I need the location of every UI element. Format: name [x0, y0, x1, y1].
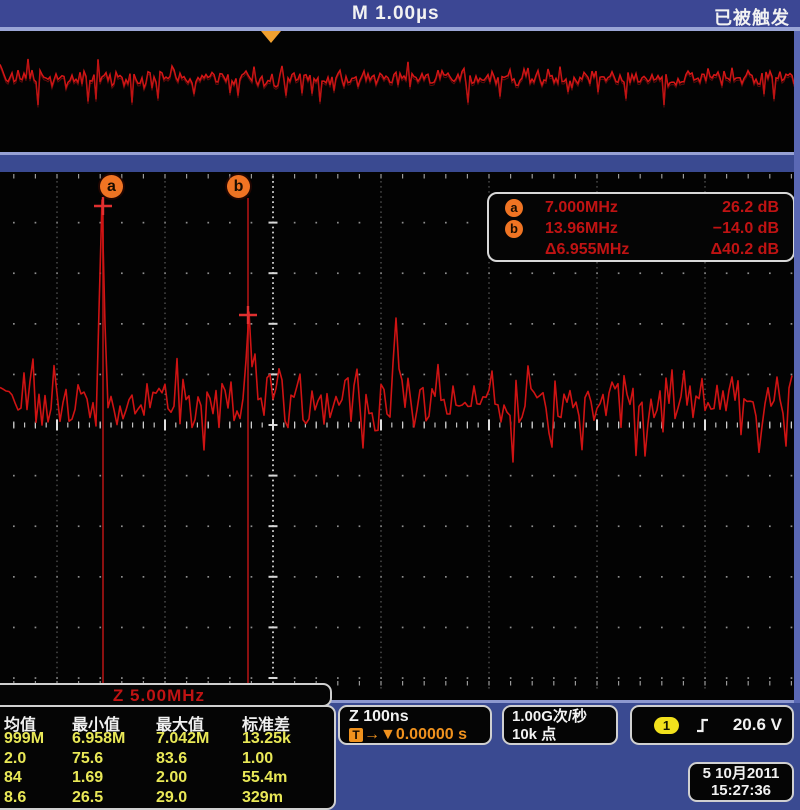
- table-cell: 2.00: [156, 769, 242, 788]
- table-header-max: 最大值: [156, 711, 242, 730]
- table-cell: 1.00: [242, 750, 326, 769]
- cursor-a-frequency: 7.000MHz: [545, 199, 665, 217]
- horizontal-scale-box[interactable]: Z 100ns T →▼0.00000 s: [338, 705, 492, 745]
- cursor-b-level: −14.0 dB: [713, 220, 779, 238]
- table-cell: 999M: [4, 730, 72, 749]
- marker-b-badge-icon: b: [505, 220, 523, 238]
- table-cell: 26.5: [72, 789, 156, 808]
- cursor-delta-level: Δ40.2 dB: [711, 241, 779, 259]
- cursor-b-bubble[interactable]: b: [227, 175, 250, 198]
- cursor-delta-frequency: Δ6.955MHz: [545, 241, 665, 259]
- table-header-mean: 均值: [4, 711, 72, 730]
- acquisition-box[interactable]: 1.00G次/秒 10k 点: [502, 705, 618, 745]
- cursor-readout-box: a 7.000MHz 26.2 dB b 13.96MHz −14.0 dB Δ…: [487, 192, 795, 262]
- table-cell: 13.25k: [242, 730, 326, 749]
- table-cell: 55.4m: [242, 769, 326, 788]
- cursor-b-frequency: 13.96MHz: [545, 220, 665, 238]
- panel-divider: [0, 152, 800, 172]
- table-cell: 83.6: [156, 750, 242, 769]
- top-status-bar: M 1.00µs 已被触发: [0, 0, 800, 27]
- table-cell: 1.69: [72, 769, 156, 788]
- noise-waveform-canvas: [0, 31, 794, 152]
- cursor-b-row: b 13.96MHz −14.0 dB: [505, 218, 779, 239]
- oscilloscope-screen: { "top_bar": { "timebase": "M 1.00µs", "…: [0, 0, 800, 800]
- trigger-level-value: 20.6 V: [733, 715, 782, 735]
- zoom-scale-label: Z 100ns: [349, 708, 490, 726]
- cursor-a-bubble[interactable]: a: [100, 175, 123, 198]
- math-channel-label-box[interactable]: Z 5.00MHz: [0, 683, 332, 707]
- table-cell: 2.0: [4, 750, 72, 769]
- cursor-b-cross-icon: [239, 306, 257, 324]
- panel-divider-highlight: [0, 152, 800, 155]
- trigger-position-icon[interactable]: [261, 31, 281, 43]
- table-cell: 6.958M: [72, 730, 156, 749]
- table-header-min: 最小值: [72, 711, 156, 730]
- table-header-stddev: 标准差: [242, 711, 326, 730]
- math-channel-label: Z 5.00MHz: [0, 685, 330, 706]
- table-cell: 8.6: [4, 789, 72, 808]
- cursor-a-level: 26.2 dB: [722, 199, 779, 217]
- trigger-settings-box[interactable]: 1 20.6 V: [630, 705, 794, 745]
- table-cell: 329m: [242, 789, 326, 808]
- cursor-a-row: a 7.000MHz 26.2 dB: [505, 197, 779, 218]
- measurement-table: 均值 最小值 最大值 标准差 999M 6.958M 7.042M 13.25k…: [4, 711, 330, 808]
- datetime-box[interactable]: 5 10月2011 15:27:36: [688, 762, 794, 802]
- channel-1-badge: 1: [654, 717, 679, 734]
- record-length-label: 10k 点: [512, 726, 616, 744]
- screen-right-border: [794, 31, 800, 703]
- marker-a-badge-icon: a: [505, 199, 523, 217]
- sample-rate-label: 1.00G次/秒: [512, 708, 616, 726]
- timebase-label: M 1.00µs: [352, 3, 440, 25]
- trigger-position-row: T →▼0.00000 s: [349, 726, 490, 743]
- time-domain-strip-panel: [0, 31, 794, 152]
- rising-edge-icon: [695, 717, 710, 734]
- table-cell: 7.042M: [156, 730, 242, 749]
- table-cell: 84: [4, 769, 72, 788]
- table-cell: 29.0: [156, 789, 242, 808]
- trigger-t-icon: T: [349, 728, 363, 742]
- table-cell: 75.6: [72, 750, 156, 769]
- time-label: 15:27:36: [696, 782, 786, 799]
- date-label: 5 10月2011: [696, 765, 786, 782]
- delta-badge-placeholder: [505, 241, 523, 259]
- cursor-a-cross-icon: [94, 197, 112, 215]
- trigger-position-value: →▼0.00000 s: [364, 727, 467, 743]
- cursor-delta-row: Δ6.955MHz Δ40.2 dB: [505, 239, 779, 260]
- measurement-table-box: 均值 最小值 最大值 标准差 999M 6.958M 7.042M 13.25k…: [0, 705, 336, 810]
